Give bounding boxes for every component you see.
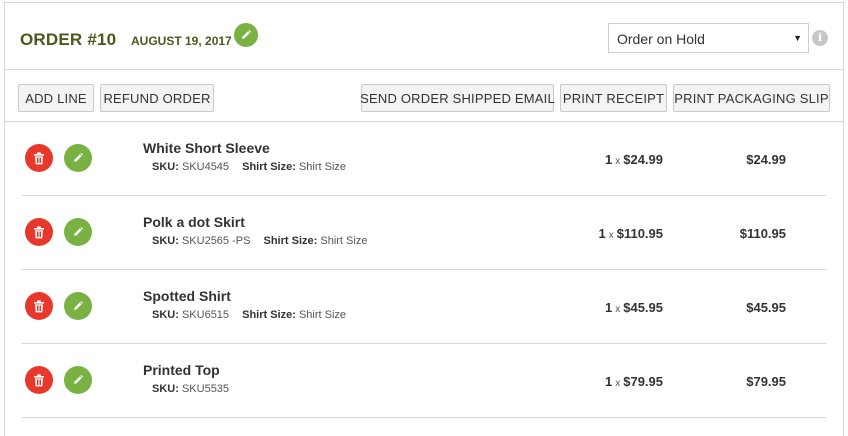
size-label: Shirt Size: xyxy=(242,309,296,321)
product-meta: SKU: SKU6515 Shirt Size: Shirt Size xyxy=(152,309,346,321)
delete-line-button[interactable] xyxy=(25,366,53,394)
trash-icon xyxy=(34,225,44,238)
order-title: ORDER #10 xyxy=(20,30,117,49)
delete-line-button[interactable] xyxy=(25,144,53,172)
unit-price: $110.95 xyxy=(616,226,663,241)
times-sign: x xyxy=(615,378,621,389)
sku-label: SKU: xyxy=(152,161,179,173)
order-status-select[interactable]: Order on Hold ▼ xyxy=(608,23,809,53)
size-value: Shirt Size xyxy=(298,309,347,321)
product-name: Spotted Shirt xyxy=(143,288,231,304)
line-item-row: Printed Top SKU: SKU5535 1 x $79.95 $79.95 xyxy=(22,344,826,418)
quantity-price: 1 x $45.95 xyxy=(605,300,663,315)
delete-line-button[interactable] xyxy=(25,292,53,320)
edit-line-button[interactable] xyxy=(64,292,92,320)
print-receipt-button[interactable]: PRINT RECEIPT xyxy=(560,84,667,112)
edit-line-button[interactable] xyxy=(64,218,92,246)
delete-line-button[interactable] xyxy=(25,218,53,246)
quantity: 1 xyxy=(605,300,613,315)
pencil-icon xyxy=(74,227,83,236)
order-status-value: Order on Hold xyxy=(617,31,705,47)
unit-price: $24.99 xyxy=(623,152,663,167)
order-panel: ORDER #10 AUGUST 19, 2017 Order on Hold … xyxy=(4,2,844,436)
size-value: Shirt Size xyxy=(320,235,368,247)
pencil-icon xyxy=(74,301,83,310)
product-name: Printed Top xyxy=(143,362,220,378)
product-name: Polk a dot Skirt xyxy=(143,214,245,230)
times-sign: x xyxy=(615,156,621,167)
edit-line-button[interactable] xyxy=(64,366,92,394)
pencil-icon xyxy=(242,30,251,39)
product-meta: SKU: SKU2565 -PS Shirt Size: Shirt Size xyxy=(152,235,367,247)
line-item-row: Polk a dot Skirt SKU: SKU2565 -PS Shirt … xyxy=(22,196,826,270)
line-items-list: White Short Sleeve SKU: SKU4545 Shirt Si… xyxy=(5,122,843,418)
edit-order-button[interactable] xyxy=(234,23,258,47)
quantity-price: 1 x $110.95 xyxy=(598,226,663,241)
quantity: 1 xyxy=(598,226,606,241)
line-item-row: White Short Sleeve SKU: SKU4545 Shirt Si… xyxy=(22,122,826,196)
sku-value: SKU6515 xyxy=(181,309,230,321)
quantity: 1 xyxy=(605,152,613,167)
quantity-price: 1 x $24.99 xyxy=(605,152,663,167)
sku-value: SKU5535 xyxy=(181,383,230,395)
size-value: Shirt Size xyxy=(298,161,347,173)
line-total: $45.95 xyxy=(746,300,786,315)
sku-value: SKU4545 xyxy=(181,161,230,173)
trash-icon xyxy=(34,299,44,312)
product-meta: SKU: SKU4545 Shirt Size: Shirt Size xyxy=(152,161,346,173)
line-item-row: Spotted Shirt SKU: SKU6515 Shirt Size: S… xyxy=(22,270,826,344)
line-total: $79.95 xyxy=(746,374,786,389)
order-toolbar: ADD LINE REFUND ORDER SEND ORDER SHIPPED… xyxy=(5,69,843,122)
trash-icon xyxy=(34,151,44,164)
send-order-shipped-email-button[interactable]: SEND ORDER SHIPPED EMAIL xyxy=(360,84,555,112)
order-header: ORDER #10 AUGUST 19, 2017 Order on Hold … xyxy=(5,3,843,69)
info-icon[interactable]: i xyxy=(812,30,828,46)
unit-price: $45.95 xyxy=(623,300,663,315)
trash-icon xyxy=(34,373,44,386)
order-date: AUGUST 19, 2017 xyxy=(131,34,232,48)
pencil-icon xyxy=(74,153,83,162)
caret-down-icon: ▼ xyxy=(793,33,802,43)
size-label: Shirt Size: xyxy=(263,235,318,247)
sku-label: SKU: xyxy=(152,235,179,247)
refund-order-button[interactable]: REFUND ORDER xyxy=(100,84,214,112)
quantity: 1 xyxy=(605,374,613,389)
edit-line-button[interactable] xyxy=(64,144,92,172)
size-label: Shirt Size: xyxy=(242,161,296,173)
unit-price: $79.95 xyxy=(623,374,663,389)
line-total: $24.99 xyxy=(746,152,786,167)
times-sign: x xyxy=(608,230,614,241)
product-meta: SKU: SKU5535 xyxy=(152,383,229,395)
line-total: $110.95 xyxy=(739,226,786,241)
sku-label: SKU: xyxy=(152,383,179,395)
sku-label: SKU: xyxy=(152,309,179,321)
times-sign: x xyxy=(615,304,621,315)
sku-value: SKU2565 -PS xyxy=(181,235,251,247)
pencil-icon xyxy=(74,375,83,384)
print-packaging-slip-button[interactable]: PRINT PACKAGING SLIP xyxy=(673,84,830,112)
quantity-price: 1 x $79.95 xyxy=(605,374,663,389)
product-name: White Short Sleeve xyxy=(143,140,270,156)
add-line-button[interactable]: ADD LINE xyxy=(18,84,94,112)
